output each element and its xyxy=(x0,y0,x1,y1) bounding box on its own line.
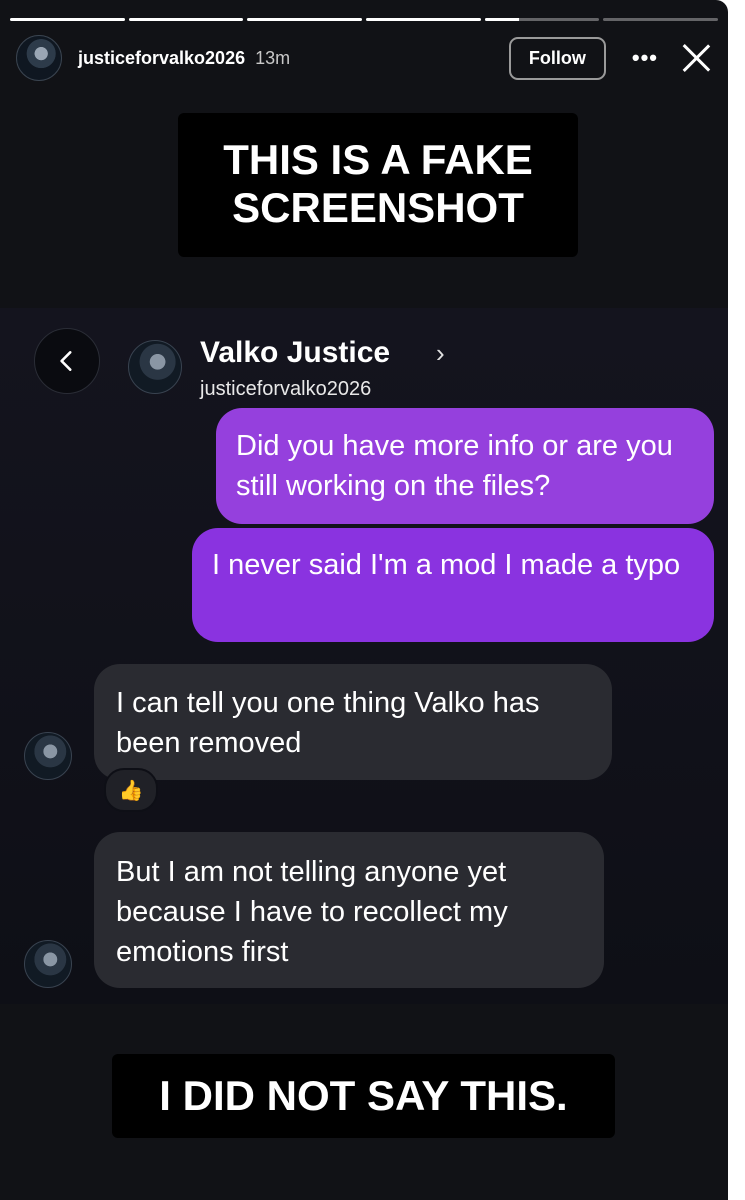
story-header: justiceforvalko2026 13m Follow ••• xyxy=(16,35,712,81)
story-username[interactable]: justiceforvalko2026 xyxy=(78,48,245,69)
embedded-chat-screenshot: Valko Justice › justiceforvalko2026 Did … xyxy=(0,308,728,1004)
progress-segment xyxy=(366,18,481,21)
progress-segment xyxy=(484,18,600,21)
thumbs-up-reaction-icon: 👍 xyxy=(104,768,158,812)
more-options-icon[interactable]: ••• xyxy=(632,45,658,71)
back-icon xyxy=(34,328,100,394)
contact-avatar xyxy=(128,340,182,394)
sender-avatar xyxy=(24,940,72,988)
story-viewer: justiceforvalko2026 13m Follow ••• THIS … xyxy=(0,0,728,1200)
progress-segment xyxy=(603,18,719,21)
caption-top: THIS IS A FAKE SCREENSHOT xyxy=(178,113,578,257)
close-icon[interactable] xyxy=(680,42,712,74)
story-timestamp: 13m xyxy=(255,47,291,68)
contact-handle: justiceforvalko2026 xyxy=(200,378,372,400)
progress-segment xyxy=(10,18,125,21)
progress-segment xyxy=(128,18,244,21)
sender-avatar xyxy=(24,732,72,780)
progress-segment xyxy=(247,18,363,21)
contact-name: Valko Justice xyxy=(200,336,391,369)
follow-button[interactable]: Follow xyxy=(508,36,606,80)
chevron-right-icon: › xyxy=(436,338,445,368)
message-incoming: But I am not telling anyone yet because … xyxy=(94,832,604,988)
avatar[interactable] xyxy=(16,35,62,81)
message-outgoing: Did you have more info or are you still … xyxy=(216,408,714,524)
story-progress xyxy=(10,18,719,21)
message-outgoing: I never said I'm a mod I made a typo xyxy=(192,528,714,642)
caption-bottom: I DID NOT SAY THIS. xyxy=(112,1054,615,1138)
message-incoming: I can tell you one thing Valko has been … xyxy=(94,664,612,780)
